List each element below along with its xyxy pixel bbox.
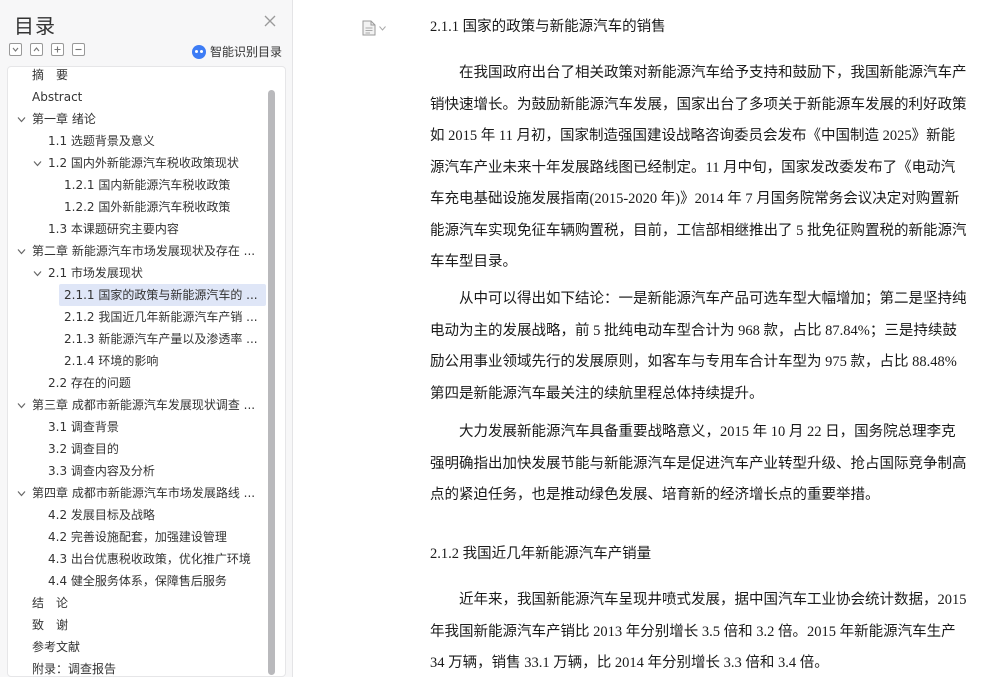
toc-item[interactable]: 4.4 健全服务体系，保障售后服务	[8, 570, 285, 592]
remove-heading-icon[interactable]	[72, 43, 85, 56]
expand-chevron-icon[interactable]	[33, 159, 42, 168]
toc-item[interactable]: 4.2 发展目标及战略	[8, 504, 285, 526]
toc-item-label: 2.1.1 国家的政策与新能源汽车的 ...	[64, 288, 258, 302]
paragraph-line: 34 万辆，销售 33.1 万辆，比 2014 年分别增长 3.3 倍和 3.4…	[430, 655, 829, 671]
toc-item-label: 第三章 成都市新能源汽车发展现状调查 ...	[32, 398, 256, 412]
toc-item-label: 4.2 发展目标及战略	[48, 508, 155, 522]
expand-chevron-icon[interactable]	[17, 115, 26, 124]
toc-item[interactable]: 4.3 出台优惠税收政策，优化推广环境	[8, 548, 285, 570]
ai-assistant-icon	[192, 44, 206, 59]
toc-item-label: 2.1.3 新能源汽车产量以及渗透率 ...	[64, 332, 258, 346]
paragraph-line: 如 2015 年 11 月初，国家制造强国建设战略咨询委员会发布《中国制造 20…	[430, 128, 956, 144]
expand-all-icon[interactable]	[9, 43, 22, 56]
expand-chevron-icon[interactable]	[33, 269, 42, 278]
toc-toolbar	[9, 43, 85, 58]
toc-item[interactable]: 参考文献	[8, 636, 285, 658]
toc-item-label: Abstract	[32, 90, 83, 104]
toc-item-label: 3.1 调查背景	[48, 420, 119, 434]
toc-item-label: 4.2 完善设施配套，加强建设管理	[48, 530, 227, 544]
toc-item[interactable]: 2.1.1 国家的政策与新能源汽车的 ...	[8, 284, 285, 306]
paragraph-line: 第四是新能源汽车最关注的续航里程总体持续提升。	[430, 385, 764, 402]
toc-item-label: 4.3 出台优惠税收政策，优化推广环境	[48, 552, 251, 566]
toc-item[interactable]: 第四章 成都市新能源汽车市场发展路线 ...	[8, 482, 285, 504]
toc-item-label: 致 谢	[32, 618, 69, 632]
toc-item-label: 2.1.2 我国近几年新能源汽车产销 ...	[64, 310, 258, 324]
expand-chevron-icon[interactable]	[17, 401, 26, 410]
paragraph-line: 近年来，我国新能源汽车呈现井喷式发展，据中国汽车工业协会统计数据，2015	[430, 592, 967, 608]
toc-item-label: 1.3 本课题研究主要内容	[48, 222, 179, 236]
paragraph-line: 在我国政府出台了相关政策对新能源汽车给予支持和鼓励下，我国新能源汽车产	[430, 65, 967, 81]
toc-item[interactable]: 致 谢	[8, 614, 285, 636]
paragraph-line: 年我国新能源汽车产销比 2013 年分别增长 3.5 倍和 3.2 倍。2015…	[430, 623, 956, 640]
toc-item[interactable]: 第二章 新能源汽车市场发展现状及存在 ...	[8, 240, 285, 262]
toc-item[interactable]: 第三章 成都市新能源汽车发展现状调查 ...	[8, 394, 285, 416]
toc-item-label: 2.1 市场发展现状	[48, 266, 143, 280]
toc-item[interactable]: Abstract	[8, 86, 285, 108]
toc-item[interactable]: 3.2 调查目的	[8, 438, 285, 460]
toc-item[interactable]: 1.3 本课题研究主要内容	[8, 218, 285, 240]
document-page-icon	[362, 20, 376, 36]
expand-chevron-icon[interactable]	[17, 489, 26, 498]
toc-item[interactable]: 3.1 调查背景	[8, 416, 285, 438]
paragraph-line: 从中可以得出如下结论：一是新能源汽车产品可选车型大幅增加；第二是坚持纯	[430, 291, 967, 307]
toc-item-label: 1.1 选题背景及意义	[48, 134, 155, 148]
smart-recognize-label: 智能识别目录	[210, 45, 283, 59]
add-heading-icon[interactable]	[51, 43, 64, 56]
toc-item-label: 参考文献	[32, 640, 81, 654]
toc-item[interactable]: 第一章 绪论	[8, 108, 285, 130]
toc-item[interactable]: 1.2.2 国外新能源汽车税收政策	[8, 196, 285, 218]
section-heading: 2.1.2 我国近几年新能源汽车产销量	[430, 546, 652, 562]
toc-item-label: 第二章 新能源汽车市场发展现状及存在 ...	[32, 244, 256, 258]
toc-item[interactable]: 1.1 选题背景及意义	[8, 130, 285, 152]
toc-item[interactable]: 2.1.4 环境的影响	[8, 350, 285, 372]
expand-chevron-icon[interactable]	[17, 247, 26, 256]
toc-item-label: 3.3 调查内容及分析	[48, 464, 155, 478]
toc-item-label: 4.4 健全服务体系，保障售后服务	[48, 574, 227, 588]
toc-item-label: 2.1.4 环境的影响	[64, 354, 159, 368]
paragraph-line: 电动为主的发展战略，前 5 批纯电动车型合计为 968 款，占比 87.84%；…	[430, 322, 957, 339]
toc-item-label: 附录：调查报告	[32, 662, 117, 676]
paragraph-line: 车充电基础设施发展指南(2015-2020 年)》2014 年 7 月国务院常务…	[430, 191, 960, 207]
paragraph-line: 销快速增长。为鼓励新能源汽车发展，国家出台了多项关于新能源车发展的利好政策	[430, 96, 967, 113]
paragraph-line: 能源汽车实现免征车辆购置税，目前，工信部相继推出了 5 批免征购置税的新能源汽	[430, 222, 967, 239]
toc-item[interactable]: 2.1.3 新能源汽车产量以及渗透率 ...	[8, 328, 285, 350]
toc-item-label: 2.2 存在的问题	[48, 376, 131, 390]
close-icon[interactable]	[264, 14, 276, 30]
paragraph-line: 励公用事业领域先行的发展原则，如客车与专用车合计车型为 975 款，占比 88.…	[430, 354, 957, 370]
paragraph-line: 源汽车产业未来十年发展路线图已经制定。11 月中旬，国家发改委发布了《电动汽	[430, 159, 956, 176]
paragraph-line: 大力发展新能源汽车具备重要战略意义，2015 年 10 月 22 日，国务院总理…	[430, 424, 956, 440]
paragraph-line: 强明确指出加快发展节能与新能源汽车是促进汽车产业转型升级、抢占国际竞争制高	[430, 455, 967, 472]
toc-item[interactable]: 摘 要	[8, 67, 285, 86]
toc-panel: 摘 要 Abstract 第一章 绪论 1.1 选题背景及意义 1.2 国内外新能源汽车…	[7, 66, 286, 677]
toc-item[interactable]: 结 论	[8, 592, 285, 614]
chevron-down-icon	[379, 25, 386, 31]
toc-item-label: 摘 要	[32, 68, 69, 82]
toc-item[interactable]: 3.3 调查内容及分析	[8, 460, 285, 482]
collapse-all-icon[interactable]	[30, 43, 43, 56]
section-heading: 2.1.1 国家的政策与新能源汽车的销售	[430, 19, 666, 35]
toc-item[interactable]: 2.1 市场发展现状	[8, 262, 285, 284]
toc-scrollbar[interactable]	[268, 90, 275, 675]
document-area: 2.1.1 国家的政策与新能源汽车的销售 在我国政府出台了相关政策对新能源汽车给…	[318, 0, 1006, 677]
sidebar-title: 目录	[14, 14, 56, 38]
toc-item-label: 1.2.1 国内新能源汽车税收政策	[64, 178, 231, 192]
toc-item[interactable]: 4.2 完善设施配套，加强建设管理	[8, 526, 285, 548]
toc-item-label: 第四章 成都市新能源汽车市场发展路线 ...	[32, 486, 256, 500]
toc-item-label: 1.2.2 国外新能源汽车税收政策	[64, 200, 231, 214]
paragraph-line: 车车型目录。	[430, 254, 517, 270]
toc-item[interactable]: 1.2.1 国内新能源汽车税收政策	[8, 174, 285, 196]
toc-item-label: 第一章 绪论	[32, 112, 96, 126]
toc-sidebar: 目录 智能识别目录 摘 要 Abstract 第一章 绪论 1.1 选题背景及意义 1.…	[0, 0, 293, 677]
toc-list: 摘 要 Abstract 第一章 绪论 1.1 选题背景及意义 1.2 国内外新能源汽车…	[8, 67, 285, 676]
toc-item[interactable]: 2.1.2 我国近几年新能源汽车产销 ...	[8, 306, 285, 328]
smart-recognize-toc-button[interactable]: 智能识别目录	[192, 43, 282, 60]
paragraph-line: 点的紧迫任务，也是推动绿色发展、培育新的经济增长点的重要举措。	[430, 487, 880, 503]
toc-item-label: 1.2 国内外新能源汽车税收政策现状	[48, 156, 239, 170]
toc-item-label: 3.2 调查目的	[48, 442, 119, 456]
toc-item-label: 结 论	[32, 596, 69, 610]
toc-item[interactable]: 1.2 国内外新能源汽车税收政策现状	[8, 152, 285, 174]
toc-item[interactable]: 附录：调查报告	[8, 658, 285, 676]
page-menu-button[interactable]	[362, 20, 386, 36]
toc-item[interactable]: 2.2 存在的问题	[8, 372, 285, 394]
